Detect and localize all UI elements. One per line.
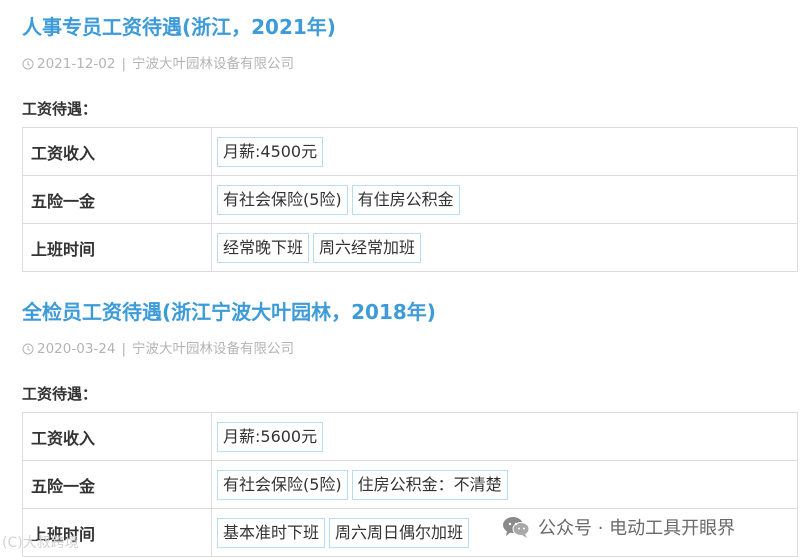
table-row: 工资收入 月薪:5600元	[22, 412, 798, 461]
clock-icon	[22, 58, 34, 70]
benefit-tag: 周六周日偶尔加班	[329, 517, 470, 548]
meta-separator: |	[121, 56, 127, 72]
watermark-left: (C)大叔跨境	[2, 535, 79, 551]
salary-heading: 工资待遇：	[22, 385, 98, 403]
row-tags: 有社会保险(5险) 有住房公积金	[211, 175, 798, 224]
salary-heading: 工资待遇：	[22, 100, 98, 118]
post-date: 2021-12-02	[37, 56, 116, 72]
row-label: 五险一金	[22, 175, 212, 224]
row-label: 工资收入	[22, 127, 212, 176]
wechat-watermark: 公众号 · 电动工具开眼界	[496, 512, 742, 542]
benefit-tag: 有住房公积金	[351, 184, 460, 215]
post-date: 2020-03-24	[37, 341, 116, 357]
row-tags: 有社会保险(5险) 住房公积金：不清楚	[211, 460, 798, 509]
benefit-tag: 经常晚下班	[217, 232, 310, 263]
row-label: 五险一金	[22, 460, 212, 509]
table-row: 上班时间 经常晚下班 周六经常加班	[22, 223, 798, 272]
benefits-table: 工资收入 月薪:4500元 五险一金 有社会保险(5险) 有住房公积金 上班时间 …	[22, 127, 798, 272]
section-title[interactable]: 全检员工资待遇(浙江宁波大叶园林，2018年)	[22, 299, 436, 325]
row-tags: 经常晚下班 周六经常加班	[211, 223, 798, 272]
benefit-tag: 有社会保险(5险)	[217, 469, 348, 500]
row-label: 工资收入	[22, 412, 212, 461]
benefit-tag: 有社会保险(5险)	[217, 184, 348, 215]
watermark-text: 公众号 · 电动工具开眼界	[538, 518, 736, 539]
table-row: 五险一金 有社会保险(5险) 住房公积金：不清楚	[22, 460, 798, 509]
company-name[interactable]: 宁波大叶园林设备有限公司	[132, 339, 294, 359]
clock-icon	[22, 343, 34, 355]
wechat-icon	[503, 517, 530, 538]
row-tags: 月薪:5600元	[211, 412, 798, 461]
table-row: 工资收入 月薪:4500元	[22, 127, 798, 176]
post-meta: 2021-12-02 | 宁波大叶园林设备有限公司	[22, 54, 294, 74]
benefit-tag: 月薪:4500元	[217, 136, 324, 167]
benefit-tag: 基本准时下班	[217, 517, 326, 548]
meta-separator: |	[121, 341, 127, 357]
benefit-tag: 周六经常加班	[313, 232, 422, 263]
row-tags: 月薪:4500元	[211, 127, 798, 176]
benefit-tag: 住房公积金：不清楚	[351, 469, 508, 500]
table-row: 五险一金 有社会保险(5险) 有住房公积金	[22, 175, 798, 224]
company-name[interactable]: 宁波大叶园林设备有限公司	[132, 54, 294, 74]
section-title[interactable]: 人事专员工资待遇(浙江，2021年)	[22, 14, 336, 40]
post-meta: 2020-03-24 | 宁波大叶园林设备有限公司	[22, 339, 294, 359]
benefit-tag: 月薪:5600元	[217, 421, 324, 452]
row-label: 上班时间	[22, 223, 212, 272]
